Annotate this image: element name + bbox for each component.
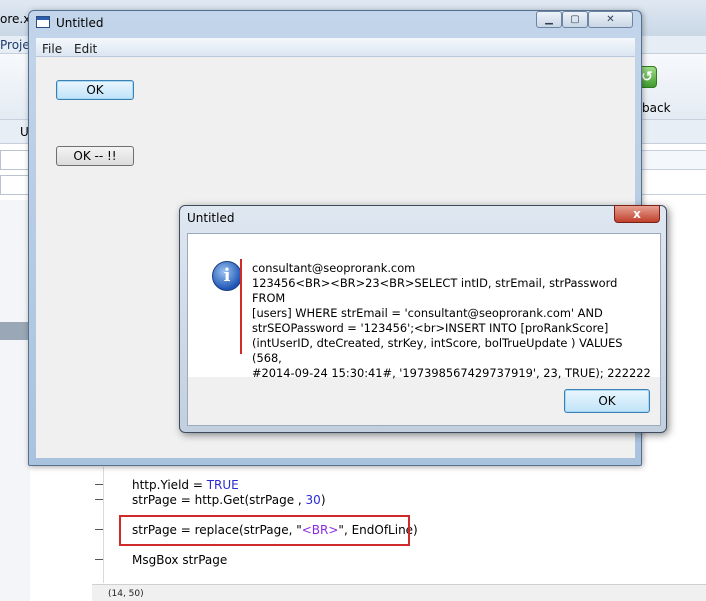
close-icon: x bbox=[633, 207, 641, 221]
message-box-ok-button[interactable]: OK bbox=[564, 389, 650, 413]
code-keyword: TRUE bbox=[206, 478, 239, 492]
close-icon: ✕ bbox=[606, 14, 615, 25]
gutter-mark bbox=[95, 529, 103, 530]
menu-file[interactable]: File bbox=[42, 42, 62, 56]
gutter-mark bbox=[95, 559, 103, 560]
gutter-mark bbox=[95, 499, 103, 500]
maximize-button[interactable]: ▢ bbox=[562, 11, 588, 28]
code-line-get[interactable]: strPage = http.Get(strPage , 30) bbox=[132, 493, 326, 507]
message-text: consultant@seoprorank.com 123456<BR><BR>… bbox=[252, 261, 651, 380]
ok-button[interactable]: OK bbox=[56, 80, 134, 100]
app-menubar bbox=[36, 38, 635, 57]
code-text: ) bbox=[320, 493, 326, 507]
minimize-button[interactable]: ▁ bbox=[536, 11, 562, 28]
code-text: strPage = http.Get(strPage , bbox=[132, 493, 306, 507]
ide-statusbar bbox=[92, 584, 706, 601]
ide-left-lower-panel bbox=[0, 200, 30, 601]
code-number: 30 bbox=[305, 493, 321, 507]
minimize-icon: ▁ bbox=[545, 14, 553, 25]
rollback-button-label[interactable]: back bbox=[642, 101, 671, 115]
code-line-msgbox[interactable]: MsgBox strPage bbox=[132, 553, 227, 567]
window-app-icon bbox=[36, 16, 50, 28]
code-text: MsgBox strPage bbox=[132, 553, 228, 567]
ide-right-strip-2 bbox=[642, 175, 706, 195]
annotation-mark bbox=[240, 259, 242, 354]
ide-right-strip bbox=[642, 150, 706, 170]
ide-left-selection-bar[interactable] bbox=[0, 322, 30, 340]
gutter-mark bbox=[95, 484, 103, 485]
menu-edit[interactable]: Edit bbox=[74, 42, 97, 56]
ide-menu-project[interactable]: Proje bbox=[0, 38, 30, 52]
code-line-yield[interactable]: http.Yield = TRUE bbox=[132, 478, 239, 492]
information-icon: i bbox=[212, 261, 242, 291]
ide-window-title: ore.x bbox=[0, 12, 31, 26]
message-box-title: Untitled bbox=[187, 211, 235, 225]
ide-left-field-2[interactable] bbox=[0, 175, 30, 195]
message-box-close-button[interactable]: x bbox=[614, 205, 660, 223]
maximize-icon: ▢ bbox=[570, 14, 580, 25]
ok-exclaim-button[interactable]: OK -- !! bbox=[56, 146, 134, 166]
close-button[interactable]: ✕ bbox=[588, 11, 633, 28]
replace-highlight-box bbox=[119, 515, 410, 546]
ide-left-field[interactable] bbox=[0, 150, 30, 170]
app-window-title: Untitled bbox=[56, 16, 104, 30]
cursor-coordinates: (14, 50) bbox=[108, 589, 144, 599]
code-text: http.Yield = bbox=[132, 478, 207, 492]
